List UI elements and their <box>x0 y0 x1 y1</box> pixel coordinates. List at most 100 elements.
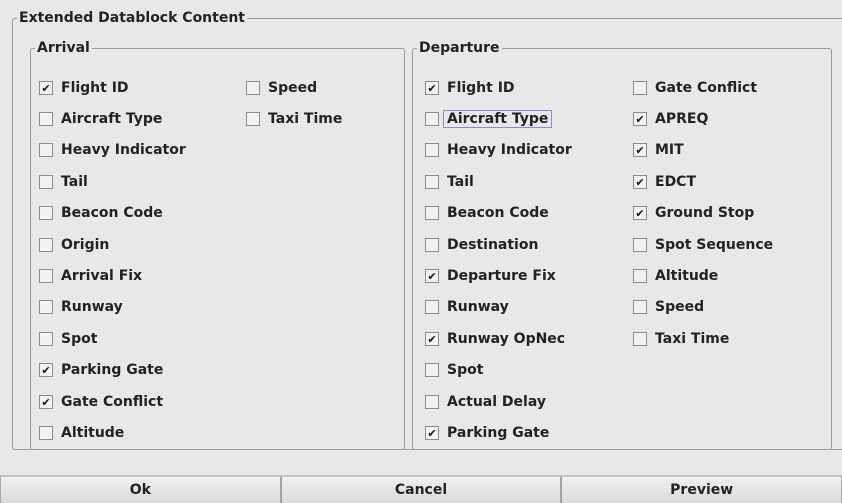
departure-ground-stop-option[interactable]: Ground Stop <box>633 198 773 229</box>
arrival-tail-option[interactable]: Tail <box>39 166 186 197</box>
departure-aircraft-type-checkbox[interactable] <box>425 112 439 127</box>
departure-tail-option[interactable]: Tail <box>425 166 572 197</box>
departure-ground-stop-checkbox[interactable] <box>633 206 647 221</box>
arrival-parking-gate-checkbox[interactable] <box>39 363 53 378</box>
departure-aircraft-type-label: Aircraft Type <box>442 110 553 129</box>
departure-tail-label: Tail <box>447 173 474 190</box>
arrival-speed-option[interactable]: Speed <box>246 72 342 103</box>
arrival-flight-id-label: Flight ID <box>61 79 129 96</box>
departure-speed-label: Speed <box>655 299 705 316</box>
departure-runway-opnec-checkbox[interactable] <box>425 331 439 346</box>
departure-group: Departure Flight ID Aircraft Type Heavy In… <box>412 40 832 450</box>
departure-runway-checkbox[interactable] <box>425 300 439 315</box>
arrival-beacon-code-option[interactable]: Beacon Code <box>39 198 186 229</box>
departure-departure-fix-label: Departure Fix <box>447 268 556 285</box>
departure-altitude-checkbox[interactable] <box>633 269 647 284</box>
departure-edct-checkbox[interactable] <box>633 174 647 189</box>
arrival-gate-conflict-option[interactable]: Gate Conflict <box>39 386 186 417</box>
departure-beacon-code-label: Beacon Code <box>447 205 549 222</box>
arrival-spot-label: Spot <box>61 330 98 347</box>
departure-mit-option[interactable]: MIT <box>633 135 773 166</box>
departure-runway-label: Runway <box>447 299 509 316</box>
departure-spot-sequence-option[interactable]: Spot Sequence <box>633 229 773 260</box>
arrival-flight-id-option[interactable]: Flight ID <box>39 72 186 103</box>
arrival-runway-label: Runway <box>61 299 123 316</box>
arrival-beacon-code-checkbox[interactable] <box>39 206 53 221</box>
arrival-parking-gate-option[interactable]: Parking Gate <box>39 355 186 386</box>
arrival-taxi-time-checkbox[interactable] <box>246 112 260 127</box>
arrival-origin-label: Origin <box>61 236 110 253</box>
arrival-arrival-fix-option[interactable]: Arrival Fix <box>39 260 186 291</box>
departure-flight-id-label: Flight ID <box>447 79 515 96</box>
departure-flight-id-option[interactable]: Flight ID <box>425 72 572 103</box>
arrival-parking-gate-label: Parking Gate <box>61 362 164 379</box>
departure-mit-label: MIT <box>655 142 684 159</box>
cancel-button[interactable]: Cancel <box>280 476 562 503</box>
arrival-altitude-option[interactable]: Altitude <box>39 417 186 448</box>
arrival-title: Arrival <box>37 40 90 56</box>
departure-parking-gate-option[interactable]: Parking Gate <box>425 417 572 448</box>
departure-destination-checkbox[interactable] <box>425 237 439 252</box>
arrival-flight-id-checkbox[interactable] <box>39 80 53 95</box>
departure-altitude-label: Altitude <box>655 268 719 285</box>
departure-gate-conflict-option[interactable]: Gate Conflict <box>633 72 773 103</box>
departure-heavy-indicator-checkbox[interactable] <box>425 143 439 158</box>
departure-actual-delay-option[interactable]: Actual Delay <box>425 386 572 417</box>
departure-speed-option[interactable]: Speed <box>633 292 773 323</box>
departure-parking-gate-checkbox[interactable] <box>425 425 439 440</box>
arrival-runway-option[interactable]: Runway <box>39 292 186 323</box>
departure-spot-sequence-checkbox[interactable] <box>633 237 647 252</box>
departure-mit-checkbox[interactable] <box>633 143 647 158</box>
departure-actual-delay-label: Actual Delay <box>447 393 546 410</box>
arrival-origin-option[interactable]: Origin <box>39 229 186 260</box>
departure-departure-fix-checkbox[interactable] <box>425 269 439 284</box>
departure-runway-opnec-option[interactable]: Runway OpNec <box>425 323 572 354</box>
departure-gate-conflict-checkbox[interactable] <box>633 80 647 95</box>
arrival-spot-checkbox[interactable] <box>39 331 53 346</box>
arrival-tail-label: Tail <box>61 173 88 190</box>
departure-altitude-option[interactable]: Altitude <box>633 260 773 291</box>
departure-speed-checkbox[interactable] <box>633 300 647 315</box>
arrival-gate-conflict-checkbox[interactable] <box>39 394 53 409</box>
departure-apreq-option[interactable]: APREQ <box>633 103 773 134</box>
arrival-heavy-indicator-option[interactable]: Heavy Indicator <box>39 135 186 166</box>
arrival-group: Arrival Flight ID Aircraft Type Heavy Indi… <box>30 40 405 450</box>
departure-taxi-time-option[interactable]: Taxi Time <box>633 323 773 354</box>
departure-flight-id-checkbox[interactable] <box>425 80 439 95</box>
departure-spot-option[interactable]: Spot <box>425 355 572 386</box>
arrival-altitude-label: Altitude <box>61 424 125 441</box>
arrival-taxi-time-option[interactable]: Taxi Time <box>246 103 342 134</box>
arrival-heavy-indicator-label: Heavy Indicator <box>61 142 186 159</box>
arrival-aircraft-type-option[interactable]: Aircraft Type <box>39 103 186 134</box>
arrival-taxi-time-label: Taxi Time <box>268 111 343 128</box>
arrival-origin-checkbox[interactable] <box>39 237 53 252</box>
departure-runway-option[interactable]: Runway <box>425 292 572 323</box>
departure-beacon-code-checkbox[interactable] <box>425 206 439 221</box>
arrival-runway-checkbox[interactable] <box>39 300 53 315</box>
ok-button[interactable]: Ok <box>0 476 281 503</box>
arrival-speed-checkbox[interactable] <box>246 80 260 95</box>
button-bar: Ok Cancel Preview <box>0 475 842 503</box>
departure-heavy-indicator-label: Heavy Indicator <box>447 142 572 159</box>
arrival-aircraft-type-checkbox[interactable] <box>39 112 53 127</box>
extended-datablock-dialog: Extended Datablock Content Arrival Fligh… <box>0 0 842 503</box>
departure-taxi-time-checkbox[interactable] <box>633 331 647 346</box>
departure-destination-option[interactable]: Destination <box>425 229 572 260</box>
arrival-tail-checkbox[interactable] <box>39 174 53 189</box>
departure-edct-option[interactable]: EDCT <box>633 166 773 197</box>
arrival-spot-option[interactable]: Spot <box>39 323 186 354</box>
preview-button[interactable]: Preview <box>561 476 842 503</box>
departure-apreq-checkbox[interactable] <box>633 112 647 127</box>
departure-spot-sequence-label: Spot Sequence <box>655 236 774 253</box>
departure-gate-conflict-label: Gate Conflict <box>655 79 758 96</box>
arrival-heavy-indicator-checkbox[interactable] <box>39 143 53 158</box>
departure-departure-fix-option[interactable]: Departure Fix <box>425 260 572 291</box>
departure-beacon-code-option[interactable]: Beacon Code <box>425 198 572 229</box>
arrival-altitude-checkbox[interactable] <box>39 425 53 440</box>
arrival-arrival-fix-checkbox[interactable] <box>39 269 53 284</box>
departure-heavy-indicator-option[interactable]: Heavy Indicator <box>425 135 572 166</box>
departure-tail-checkbox[interactable] <box>425 174 439 189</box>
departure-spot-checkbox[interactable] <box>425 363 439 378</box>
departure-actual-delay-checkbox[interactable] <box>425 394 439 409</box>
departure-aircraft-type-option[interactable]: Aircraft Type <box>425 103 572 134</box>
